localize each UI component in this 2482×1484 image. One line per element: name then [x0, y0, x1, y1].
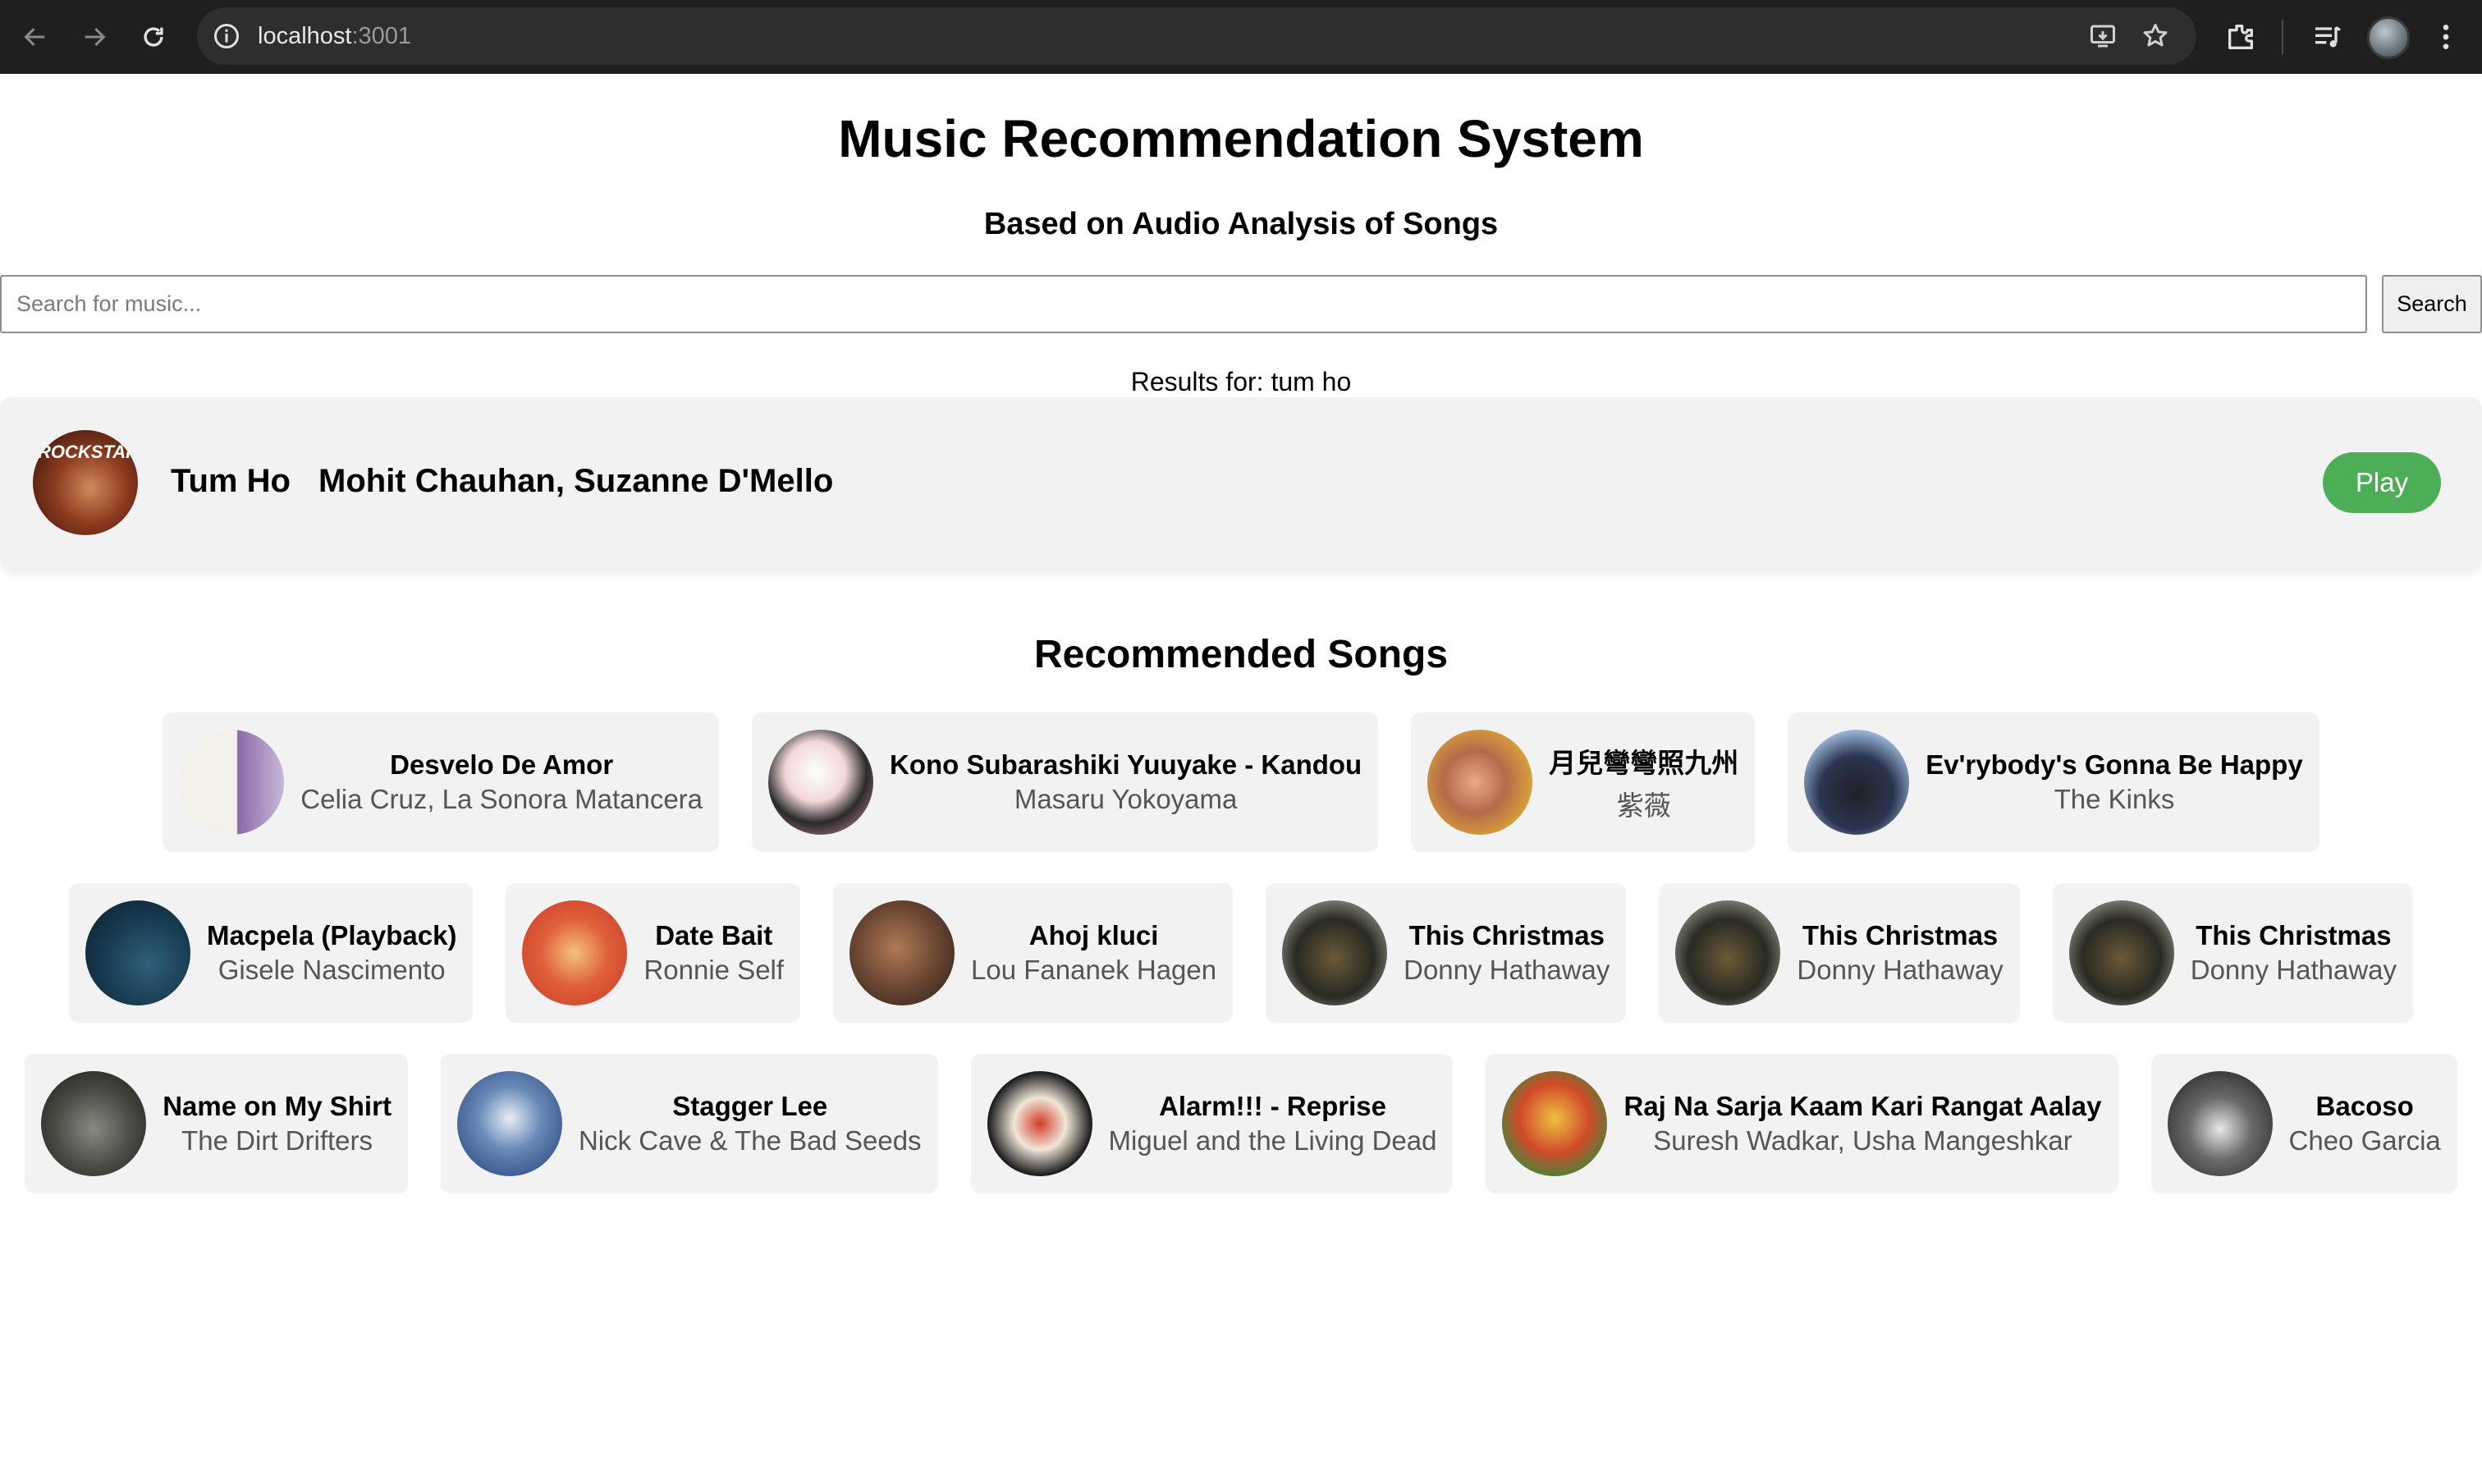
more-menu-icon[interactable]: [2429, 21, 2462, 53]
song-title: Kono Subarashiki Yuuyake - Kandou: [890, 749, 1362, 780]
recommended-song-card[interactable]: This Christmas Donny Hathaway: [1659, 883, 2020, 1023]
song-title: Ev'rybody's Gonna Be Happy: [1926, 749, 2303, 780]
back-button[interactable]: [16, 18, 54, 56]
forward-button[interactable]: [76, 18, 113, 56]
song-title: Macpela (Playback): [206, 920, 457, 950]
url-host: localhost: [258, 23, 352, 49]
recommended-song-card[interactable]: Desvelo De Amor Celia Cruz, La Sonora Mat…: [163, 712, 720, 852]
song-title: Stagger Lee: [672, 1091, 828, 1121]
album-art: [2068, 900, 2174, 1005]
recommended-song-card[interactable]: 月兒彎彎照九州 紫薇: [1411, 712, 1756, 852]
browser-toolbar: localhost:3001: [0, 0, 2482, 74]
arrow-right-icon: [85, 27, 106, 47]
profile-avatar[interactable]: [2367, 16, 2410, 59]
album-art: [1675, 900, 1781, 1005]
song-artist: Donny Hathaway: [1797, 955, 2003, 985]
album-art: [987, 1071, 1092, 1176]
recommended-heading: Recommended Songs: [1033, 633, 1449, 676]
result-track-artist: Mohit Chauhan, Suzanne D'Mello: [318, 463, 834, 499]
recommended-song-card[interactable]: Raj Na Sarja Kaam Kari Rangat Aalay Sures…: [1486, 1054, 2118, 1193]
album-art: [849, 900, 955, 1005]
album-art: [2167, 1071, 2273, 1176]
media-control-icon[interactable]: [2311, 21, 2344, 53]
search-input[interactable]: [0, 275, 2367, 333]
song-artist: Gisele Nascimento: [218, 955, 446, 985]
search-button[interactable]: Search: [2382, 275, 2482, 333]
recommended-row-1: Desvelo De Amor Celia Cruz, La Sonora Mat…: [0, 712, 2482, 852]
album-art: ROCKSTAR: [33, 430, 138, 535]
album-art: [1427, 730, 1533, 835]
song-title: Alarm!!! - Reprise: [1159, 1091, 1386, 1121]
bookmark-star-icon[interactable]: [2141, 21, 2170, 51]
recommended-song-card[interactable]: Bacoso Cheo Garcia: [2150, 1054, 2457, 1193]
album-art: [41, 1071, 147, 1176]
song-artist: Donny Hathaway: [2190, 955, 2397, 985]
album-art: [1502, 1071, 1608, 1176]
song-title: This Christmas: [1408, 920, 1605, 950]
site-info-icon[interactable]: [212, 21, 241, 51]
recommended-song-card[interactable]: Ahoj kluci Lou Fananek Hagen: [833, 883, 1234, 1023]
song-title: Bacoso: [2315, 1091, 2414, 1121]
album-art: [179, 730, 285, 835]
recommended-row-2: Macpela (Playback) Gisele Nascimento Date…: [0, 883, 2482, 1023]
song-artist: Suresh Wadkar, Usha Mangeshkar: [1653, 1125, 2072, 1156]
search-result-card[interactable]: ROCKSTAR Tum Ho Mohit Chauhan, Suzanne D…: [0, 397, 2482, 568]
recommended-row-3: Name on My Shirt The Dirt Drifters Stagge…: [0, 1054, 2482, 1193]
album-art: [85, 900, 190, 1005]
song-title: 月兒彎彎照九州: [1549, 748, 1739, 778]
song-artist: The Kinks: [2054, 784, 2175, 814]
url-port: :3001: [351, 23, 412, 49]
reload-icon: [144, 27, 163, 47]
arrow-left-icon: [24, 27, 45, 47]
results-label: Results for: tum ho: [1130, 367, 1352, 396]
song-artist: Cheo Garcia: [2288, 1125, 2441, 1156]
play-button[interactable]: Play: [2323, 452, 2441, 513]
song-artist: Ronnie Self: [643, 955, 785, 985]
song-artist: Nick Cave & The Bad Seeds: [578, 1125, 922, 1156]
install-app-icon[interactable]: [2088, 21, 2118, 51]
song-artist: The Dirt Drifters: [181, 1125, 373, 1156]
recommended-song-card[interactable]: Alarm!!! - Reprise Miguel and the Living …: [970, 1054, 1454, 1193]
result-track-title: Tum Ho: [171, 463, 291, 499]
recommended-song-card[interactable]: Macpela (Playback) Gisele Nascimento: [68, 883, 474, 1023]
song-title: Name on My Shirt: [163, 1091, 392, 1121]
recommended-song-card[interactable]: Stagger Lee Nick Cave & The Bad Seeds: [440, 1054, 938, 1193]
album-art: [1282, 900, 1388, 1005]
song-artist: 紫薇: [1616, 790, 1671, 821]
album-art: [1804, 730, 1910, 835]
album-art: [522, 900, 628, 1005]
recommended-song-card[interactable]: This Christmas Donny Hathaway: [1266, 883, 1627, 1023]
page-subtitle: Based on Audio Analysis of Songs: [983, 207, 1499, 241]
page-title: Music Recommendation System: [838, 109, 1644, 168]
recommended-song-card[interactable]: Kono Subarashiki Yuuyake - Kandou Masaru …: [752, 712, 1379, 852]
recommended-song-card[interactable]: Date Bait Ronnie Self: [506, 883, 801, 1023]
recommended-song-card[interactable]: This Christmas Donny Hathaway: [2052, 883, 2414, 1023]
song-title: This Christmas: [2196, 920, 2392, 950]
song-artist: Celia Cruz, La Sonora Matancera: [300, 784, 703, 814]
toolbar-divider: [2282, 20, 2283, 54]
song-artist: Lou Fananek Hagen: [971, 955, 1217, 985]
album-art: [456, 1071, 562, 1176]
song-artist: Miguel and the Living Dead: [1108, 1125, 1437, 1156]
url-text: localhost:3001: [258, 7, 411, 65]
recommended-song-card[interactable]: Ev'rybody's Gonna Be Happy The Kinks: [1788, 712, 2319, 852]
song-title: This Christmas: [1802, 920, 1999, 950]
extensions-icon[interactable]: [2224, 21, 2257, 53]
song-title: Ahoj kluci: [1028, 920, 1159, 950]
song-title: Desvelo De Amor: [390, 749, 614, 780]
song-title: Raj Na Sarja Kaam Kari Rangat Aalay: [1623, 1091, 2102, 1121]
song-title: Date Bait: [655, 920, 773, 950]
recommended-song-card[interactable]: Name on My Shirt The Dirt Drifters: [25, 1054, 408, 1193]
album-art-text: ROCKSTAR: [38, 442, 138, 462]
address-bar[interactable]: localhost:3001: [197, 7, 2196, 65]
album-art: [768, 730, 874, 835]
song-artist: Masaru Yokoyama: [1014, 784, 1238, 814]
reload-button[interactable]: [135, 18, 172, 56]
song-artist: Donny Hathaway: [1404, 955, 1610, 985]
